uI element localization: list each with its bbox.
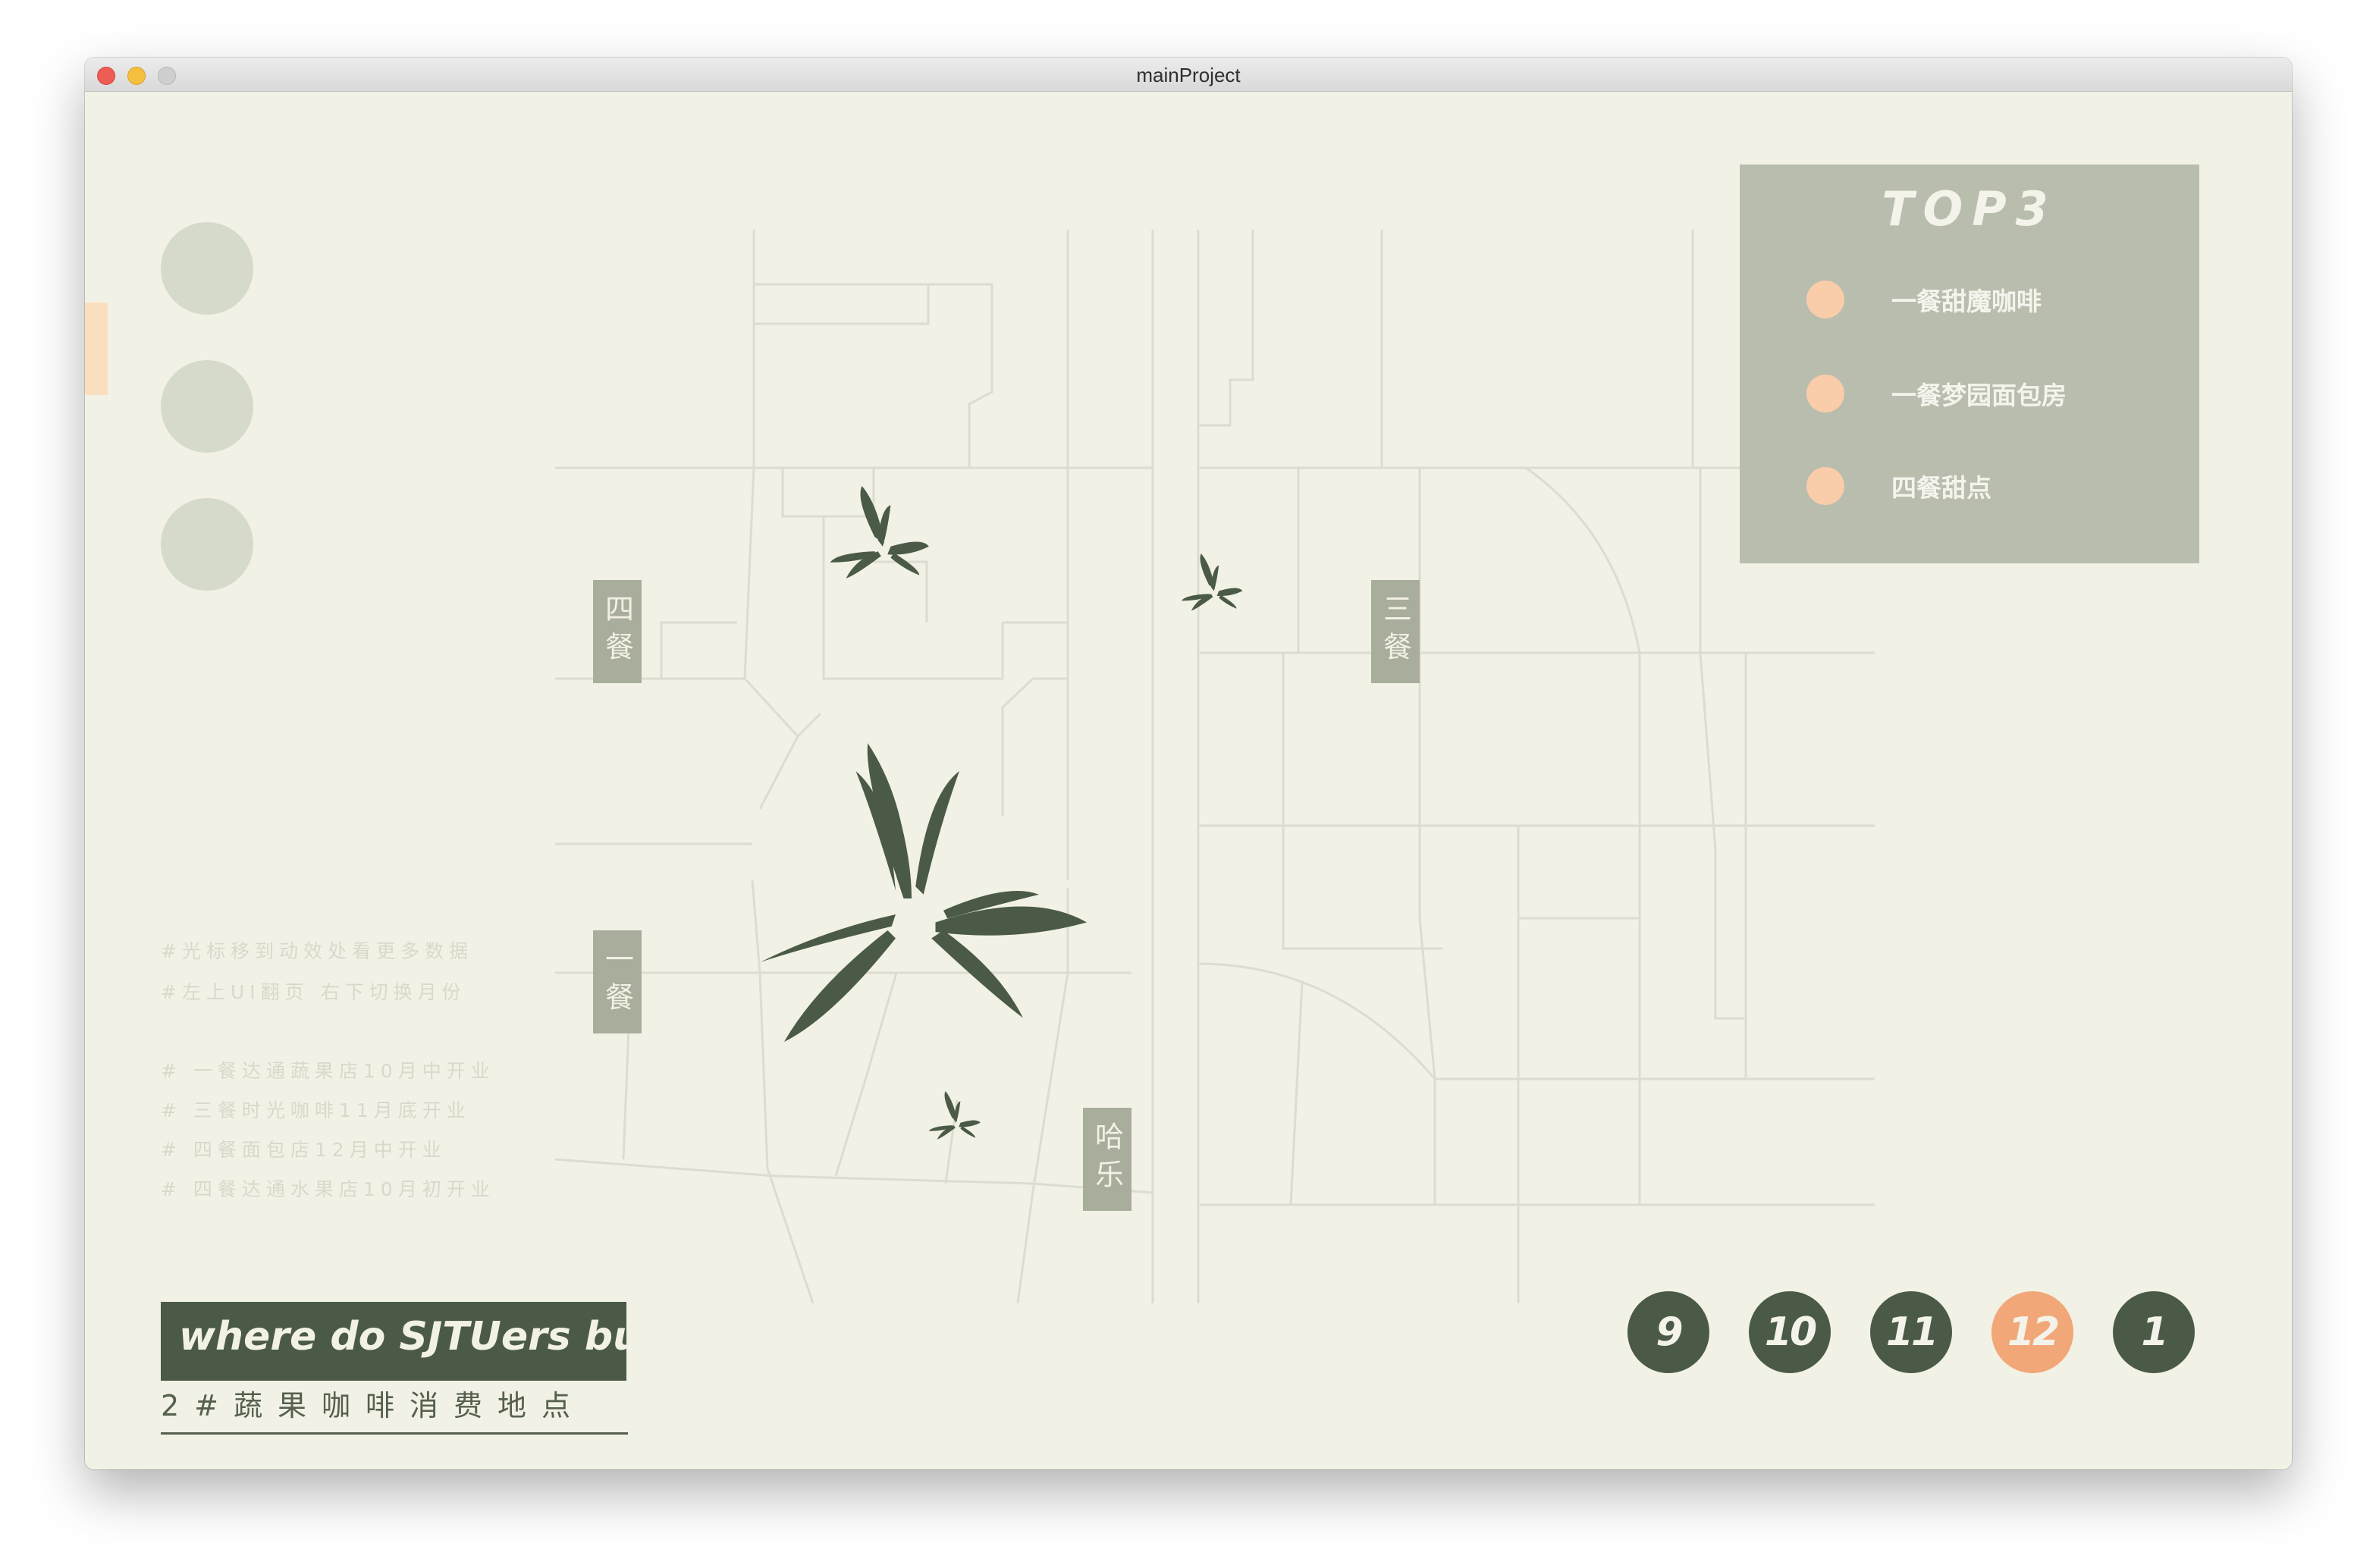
hint-note: #光标移到动效处看更多数据 [161,940,473,962]
title-bar: mainProject [85,58,2292,92]
pinwheel-glyph-sancan [1181,554,1243,611]
hint-note: #左上UI翻页 右下切换月份 [161,981,466,1003]
top3-title: TOP3 [1882,181,2057,237]
top3-item-label: 四餐甜点 [1891,473,1991,503]
map-roads [554,230,1875,1304]
month-button-1[interactable]: 1 [2113,1291,2195,1373]
active-page-indicator [85,303,108,395]
opening-note: # 一餐达通蔬果店10月中开业 [161,1060,495,1082]
top3-item-label: 一餐甜魔咖啡 [1891,287,2042,316]
page-nav-dot-2[interactable] [161,360,253,453]
pinwheel-glyph-hale [928,1091,981,1140]
peach-dot-icon [1806,375,1844,412]
pinwheel-glyph-siccan [830,486,929,579]
canteen-label-siccan[interactable]: 四餐 [593,580,642,683]
brand-title: where do SJTUers buy [179,1314,667,1359]
peach-dot-icon [1806,467,1844,505]
app-window: mainProject 四餐 三餐 一餐 哈乐 TOP3 一餐甜魔咖啡 一餐梦园… [85,58,2292,1469]
pinwheel-glyph-yican [760,743,1087,1042]
top3-item-1: 一餐甜魔咖啡 [1806,280,2042,319]
canteen-label-sancan[interactable]: 三餐 [1371,580,1420,683]
subtitle-underline [161,1432,628,1435]
opening-note: # 三餐时光咖啡11月底开业 [161,1099,471,1121]
top3-item-label: 一餐梦园面包房 [1891,381,2067,410]
top3-item-2: 一餐梦园面包房 [1806,374,2067,413]
month-button-12[interactable]: 12 [1991,1291,2073,1373]
top3-panel: TOP3 一餐甜魔咖啡 一餐梦园面包房 四餐甜点 [1740,165,2199,563]
brand-subtitle: 2#蔬果咖啡消费地点 [161,1389,586,1422]
main-canvas: 四餐 三餐 一餐 哈乐 TOP3 一餐甜魔咖啡 一餐梦园面包房 四餐甜点 #光标… [85,92,2292,1469]
opening-note: # 四餐面包店12月中开业 [161,1139,447,1161]
window-title: mainProject [1136,64,1241,86]
canteen-label-yican[interactable]: 一餐 [593,930,642,1033]
top3-item-3: 四餐甜点 [1806,466,1991,506]
canteen-label-hale[interactable]: 哈乐 [1083,1108,1131,1211]
month-button-9[interactable]: 9 [1627,1291,1709,1373]
opening-note: # 四餐达通水果店10月初开业 [161,1178,495,1200]
month-button-11[interactable]: 11 [1870,1291,1952,1373]
brand-title-box: where do SJTUers buy [161,1302,667,1381]
page-nav-dot-1[interactable] [161,222,253,315]
month-button-10[interactable]: 10 [1749,1291,1831,1373]
peach-dot-icon [1806,281,1844,318]
page-nav-dot-3[interactable] [161,498,253,591]
